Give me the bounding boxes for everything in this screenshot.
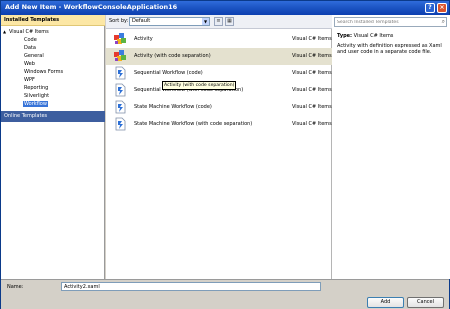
type-label: Type:: [337, 33, 353, 39]
sort-toolbar: Sort by: Default ▼ ≡ ▦: [106, 15, 332, 29]
sort-by-value: Default: [132, 18, 151, 24]
template-name: State Machine Workflow (with code separa…: [134, 121, 253, 127]
template-item-sequential-workflow-code[interactable]: Sequential Workflow (code) Visual C# Ite…: [106, 65, 332, 82]
tree-root-visual-csharp[interactable]: ▲ Visual C# Items: [3, 29, 49, 35]
template-type: Visual C# Items: [292, 87, 332, 93]
workflow-icon: [115, 83, 126, 97]
activity-icon: [114, 33, 126, 44]
template-name: State Machine Workflow (code): [134, 104, 212, 110]
tree-item-windows-forms[interactable]: Windows Forms: [23, 69, 64, 75]
workflow-icon: [115, 66, 126, 80]
template-type: Visual C# Items: [292, 53, 332, 59]
template-item-activity-code-separation[interactable]: Activity (with code separation) Visual C…: [106, 48, 332, 65]
template-type: Visual C# Items: [292, 36, 332, 42]
template-categories-panel: Installed Templates ▲ Visual C# Items Cod…: [1, 15, 105, 279]
chevron-down-icon[interactable]: ▼: [202, 18, 209, 25]
tree-item-silverlight[interactable]: Silverlight: [23, 93, 50, 99]
tree-item-general[interactable]: General: [23, 53, 45, 59]
dialog-footer: Name: Add Cancel: [1, 279, 449, 309]
template-type: Visual C# Items: [292, 121, 332, 127]
add-button[interactable]: Add: [367, 297, 404, 308]
tree-item-web[interactable]: Web: [23, 61, 36, 67]
template-name: Activity (with code separation): [134, 53, 211, 59]
sort-by-label: Sort by:: [109, 18, 129, 24]
template-type: Visual C# Items: [292, 70, 332, 76]
template-details-panel: ⌕ Type: Visual C# Items Activity with de…: [332, 15, 450, 279]
type-value: Visual C# Items: [353, 33, 394, 39]
tree-item-reporting[interactable]: Reporting: [23, 85, 49, 91]
template-item-state-machine-workflow-code[interactable]: State Machine Workflow (code) Visual C# …: [106, 99, 332, 116]
online-templates-header[interactable]: Online Templates: [1, 111, 105, 122]
item-tooltip: Activity (with code separation): [162, 81, 237, 90]
template-item-activity[interactable]: Activity Visual C# Items: [106, 31, 332, 48]
template-item-state-machine-workflow-code-separation[interactable]: State Machine Workflow (with code separa…: [106, 116, 332, 133]
close-button[interactable]: ×: [437, 3, 447, 13]
tree-item-data[interactable]: Data: [23, 45, 37, 51]
grid-view-icon[interactable]: ▦: [225, 17, 234, 26]
template-type-info: Type: Visual C# Items: [337, 33, 393, 39]
template-name: Sequential Workflow (code): [134, 70, 203, 76]
add-new-item-dialog: Add New Item - WorkflowConsoleApplicatio…: [0, 0, 450, 309]
workflow-icon: [115, 117, 126, 131]
list-view-icon[interactable]: ≡: [214, 17, 223, 26]
installed-templates-header[interactable]: Installed Templates: [1, 15, 105, 26]
name-field[interactable]: [61, 282, 321, 291]
workflow-icon: [115, 100, 126, 114]
window-title: Add New Item - WorkflowConsoleApplicatio…: [5, 3, 178, 11]
tree-root-label: Visual C# Items: [9, 29, 49, 35]
tree-item-workflow[interactable]: Workflow: [23, 101, 48, 107]
tree-item-code[interactable]: Code: [23, 37, 38, 43]
cancel-button[interactable]: Cancel: [407, 297, 444, 308]
template-type: Visual C# Items: [292, 104, 332, 110]
help-button[interactable]: ?: [425, 3, 435, 13]
title-bar[interactable]: Add New Item - WorkflowConsoleApplicatio…: [1, 1, 449, 15]
search-box[interactable]: ⌕: [334, 17, 447, 27]
activity-icon: [114, 50, 126, 61]
sort-by-dropdown[interactable]: Default ▼: [129, 17, 210, 26]
tree-item-wpf[interactable]: WPF: [23, 77, 36, 83]
template-description: Activity with definition expressed as Xa…: [337, 43, 442, 55]
template-list-panel: Sort by: Default ▼ ≡ ▦ Activity Visual C…: [106, 15, 332, 279]
search-icon[interactable]: ⌕: [442, 18, 445, 26]
search-input[interactable]: [337, 18, 437, 26]
name-label: Name:: [7, 284, 24, 290]
template-name: Activity: [134, 36, 153, 42]
